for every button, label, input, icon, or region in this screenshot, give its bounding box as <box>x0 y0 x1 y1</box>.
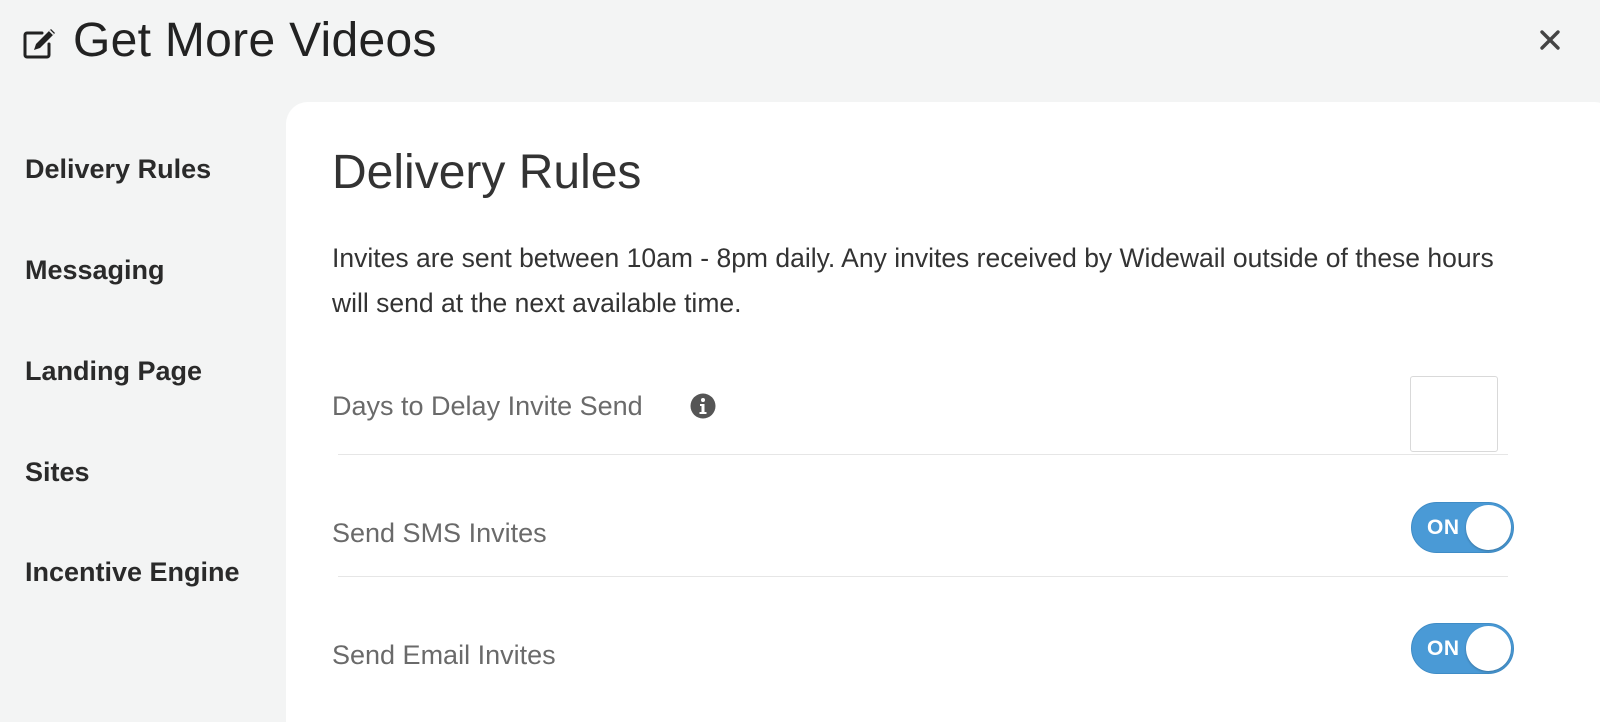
close-icon[interactable] <box>1536 26 1564 54</box>
toggle-knob <box>1466 626 1511 671</box>
modal: Get More Videos Delivery Rules Messaging… <box>0 0 1600 722</box>
page-title: Get More Videos <box>73 14 437 67</box>
sidebar-item-messaging[interactable]: Messaging <box>25 250 165 290</box>
email-invites-toggle[interactable]: ON <box>1411 623 1514 674</box>
sidebar-item-incentive-engine[interactable]: Incentive Engine <box>25 552 240 592</box>
sms-invites-label: Send SMS Invites <box>332 518 547 548</box>
toggle-state-label: ON <box>1427 637 1460 660</box>
divider <box>338 576 1508 577</box>
section-description: Invites are sent between 10am - 8pm dail… <box>332 243 1494 318</box>
email-invites-label: Send Email Invites <box>332 640 556 670</box>
sidebar-item-delivery-rules[interactable]: Delivery Rules <box>25 149 211 189</box>
sidebar-item-landing-page[interactable]: Landing Page <box>25 351 202 391</box>
delay-days-input[interactable] <box>1410 376 1498 452</box>
main-panel: Delivery Rules Invites are sent between … <box>286 102 1600 722</box>
section-title: Delivery Rules <box>332 146 642 199</box>
toggle-state-label: ON <box>1427 516 1460 539</box>
sidebar-item-sites[interactable]: Sites <box>25 452 90 492</box>
info-icon[interactable] <box>690 393 716 419</box>
delay-days-label: Days to Delay Invite Send <box>332 391 643 421</box>
header: Get More Videos <box>0 0 1600 86</box>
sms-invites-toggle[interactable]: ON <box>1411 502 1514 553</box>
edit-icon <box>22 26 58 60</box>
divider <box>338 454 1508 455</box>
toggle-knob <box>1466 505 1511 550</box>
